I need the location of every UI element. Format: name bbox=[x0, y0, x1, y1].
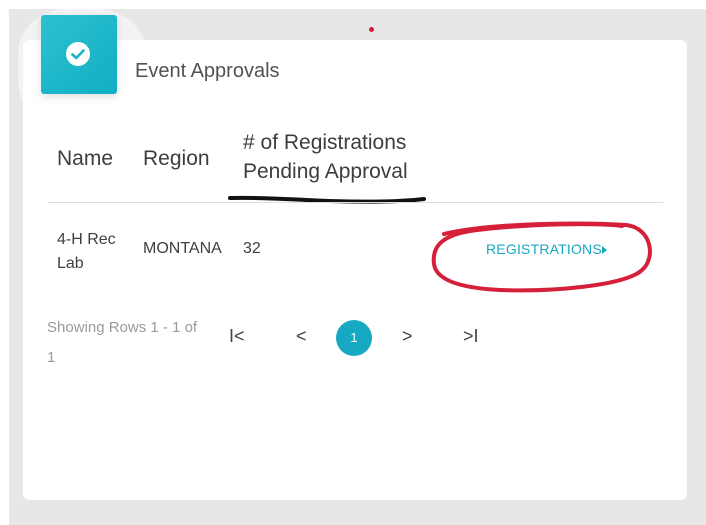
header-divider bbox=[47, 202, 663, 203]
previous-page-icon[interactable]: < bbox=[296, 326, 307, 347]
ink-underline-annotation bbox=[228, 195, 426, 204]
red-circle-annotation bbox=[431, 221, 652, 293]
approval-badge bbox=[41, 15, 117, 94]
red-dot-marker bbox=[369, 27, 374, 32]
check-circle-icon bbox=[66, 42, 90, 66]
column-header-pending-approval: # of Registrations Pending Approval bbox=[243, 128, 408, 186]
current-page-button[interactable]: 1 bbox=[336, 320, 372, 356]
card-title: Event Approvals bbox=[135, 60, 280, 82]
column-header-name: Name bbox=[57, 147, 114, 170]
row-region: MONTANA bbox=[143, 240, 222, 257]
last-page-icon[interactable]: >I bbox=[463, 326, 479, 347]
rows-info: Showing Rows 1 - 1 of 1 bbox=[47, 319, 198, 366]
first-page-icon[interactable]: I< bbox=[229, 326, 245, 347]
column-header-pending-line1: # of Registrations bbox=[243, 131, 407, 154]
column-header-pending-line2: Pending Approval bbox=[243, 160, 408, 183]
row-event-name: 4-H Rec Lab bbox=[57, 231, 116, 272]
row-pending-count: 32 bbox=[243, 240, 261, 257]
next-page-icon[interactable]: > bbox=[402, 326, 413, 347]
column-header-region: Region bbox=[143, 147, 210, 170]
